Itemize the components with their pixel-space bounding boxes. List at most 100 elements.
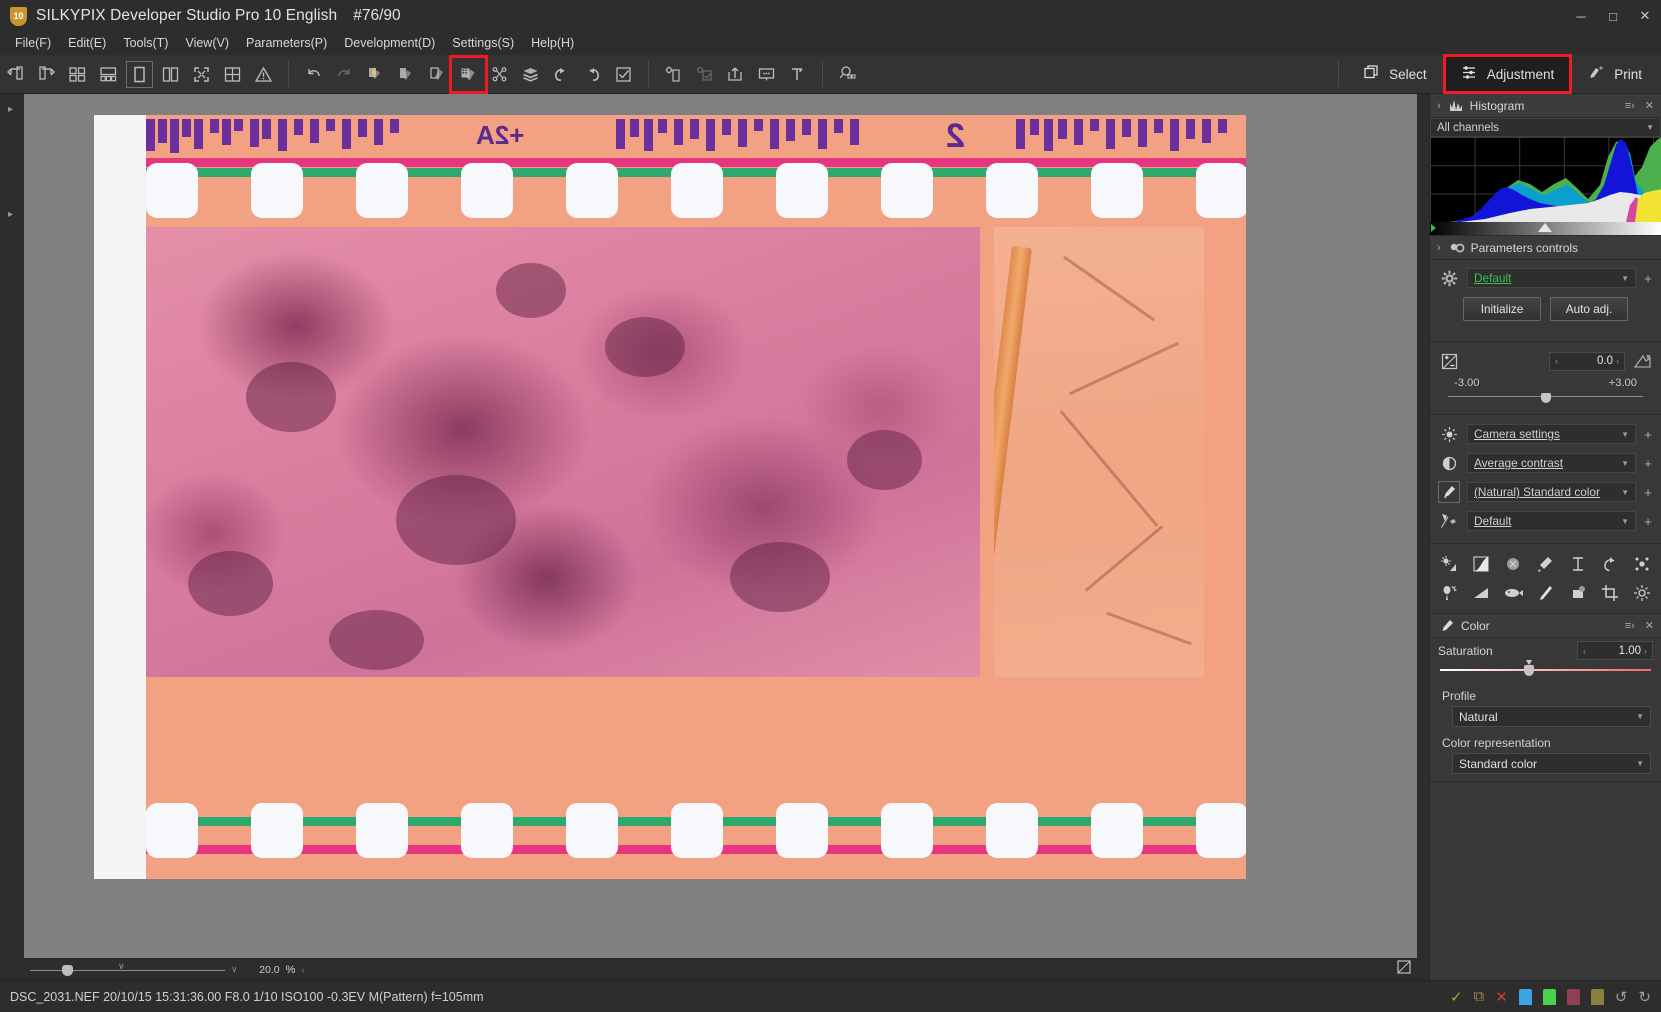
exposure-reset-icon[interactable]: [1631, 354, 1653, 369]
gray-point-marker[interactable]: [1538, 223, 1552, 232]
chevron-right-icon[interactable]: ›: [1435, 242, 1443, 254]
taper-params-icon[interactable]: [449, 54, 488, 94]
tone-add-button[interactable]: +: [1643, 456, 1653, 471]
tag-red-icon[interactable]: [1566, 988, 1580, 1005]
auto-adjust-button[interactable]: Auto adj.: [1550, 297, 1628, 321]
menu-parameters[interactable]: Parameters(P): [240, 34, 338, 53]
initialize-button[interactable]: Initialize: [1463, 297, 1541, 321]
thumbnail-list-icon[interactable]: [93, 59, 124, 90]
thumbnail-grid-icon[interactable]: [62, 59, 93, 90]
tone-select[interactable]: Average contrast ▼: [1467, 453, 1636, 473]
redo-history-icon[interactable]: ↻: [1638, 988, 1651, 1006]
histogram-channel-select[interactable]: All channels ▼: [1430, 118, 1661, 137]
sharpness-select[interactable]: Default ▼: [1467, 511, 1636, 531]
exposure-slider-handle[interactable]: [1540, 393, 1551, 403]
tag-blue-icon[interactable]: [1518, 988, 1532, 1005]
highlight-controller-icon[interactable]: [1501, 552, 1526, 575]
tag-olive-icon[interactable]: [1590, 988, 1604, 1005]
minimize-button[interactable]: ─: [1565, 0, 1597, 32]
undo-icon[interactable]: [298, 59, 329, 90]
white-balance-sun-icon[interactable]: [1438, 423, 1460, 445]
rotate-reset-icon[interactable]: [1598, 552, 1623, 575]
histogram-level-bar[interactable]: [1430, 222, 1661, 235]
exposure-spinner[interactable]: ‹ 0.0 ›: [1549, 351, 1625, 371]
undo-history-icon[interactable]: ↺: [1615, 988, 1628, 1006]
expand-left-bottom-icon[interactable]: ▸: [8, 209, 13, 220]
edit-params-icon[interactable]: [422, 59, 453, 90]
expand-left-top-icon[interactable]: ▸: [8, 104, 13, 115]
taste-add-button[interactable]: +: [1643, 271, 1653, 286]
layers-icon[interactable]: [515, 59, 546, 90]
profile-select[interactable]: Natural ▼: [1452, 706, 1651, 727]
maximize-button[interactable]: □: [1597, 0, 1629, 32]
batch-develop-icon[interactable]: [658, 59, 689, 90]
menu-edit[interactable]: Edit(E): [62, 34, 117, 53]
menu-file[interactable]: File(F): [9, 34, 62, 53]
fine-detail-icon[interactable]: [1630, 581, 1655, 604]
menu-help[interactable]: Help(H): [525, 34, 585, 53]
rotate-cw-icon[interactable]: [577, 59, 608, 90]
lens-aberration-icon[interactable]: [1501, 581, 1526, 604]
left-panel-collapsed[interactable]: ▸ ▸: [0, 94, 24, 980]
menu-view[interactable]: View(V): [179, 34, 240, 53]
fullscreen-icon[interactable]: [186, 59, 217, 90]
zoom-slider[interactable]: ∨: [30, 961, 225, 977]
color-select[interactable]: (Natural) Standard color ▼: [1467, 482, 1636, 502]
mode-adjustment-button[interactable]: Adjustment: [1442, 54, 1573, 94]
panel-menu-icon[interactable]: ≡›: [1623, 100, 1637, 112]
exposure-increment[interactable]: ›: [1616, 356, 1619, 366]
white-balance-add-button[interactable]: +: [1643, 427, 1653, 442]
panel-close-icon[interactable]: ✕: [1643, 99, 1656, 112]
zoom-prev-icon[interactable]: ‹: [301, 965, 304, 975]
gear-icon[interactable]: [1438, 267, 1460, 289]
color-tool-icon[interactable]: [1533, 552, 1558, 575]
mode-select-button[interactable]: Select: [1348, 57, 1442, 91]
magnifier-thumbnail-icon[interactable]: [832, 59, 863, 90]
grid-overlay-icon[interactable]: [217, 59, 248, 90]
export-icon[interactable]: [720, 59, 751, 90]
checkmark-box-icon[interactable]: [608, 59, 639, 90]
saturation-increment[interactable]: ›: [1644, 646, 1647, 656]
brush-tool-icon[interactable]: [1533, 581, 1558, 604]
menu-settings[interactable]: Settings(S): [446, 34, 525, 53]
panel-menu-icon[interactable]: ≡›: [1623, 620, 1637, 632]
tag-green-icon[interactable]: [1542, 988, 1556, 1005]
menu-development[interactable]: Development(D): [338, 34, 446, 53]
fit-to-window-icon[interactable]: [1397, 960, 1411, 979]
zoom-dropdown-icon[interactable]: ∨: [231, 964, 238, 975]
mode-print-button[interactable]: Print: [1573, 57, 1657, 91]
split-view-icon[interactable]: [155, 59, 186, 90]
exposure-slider[interactable]: [1448, 392, 1643, 404]
close-button[interactable]: ✕: [1629, 0, 1661, 32]
exposure-tool-icon[interactable]: [1436, 552, 1461, 575]
zoom-handle[interactable]: [62, 964, 73, 976]
tone-curve-icon[interactable]: [1468, 552, 1493, 575]
gradient-filter-icon[interactable]: [1468, 581, 1493, 604]
copy-flag-icon[interactable]: ⧉: [1474, 988, 1485, 1005]
crop-icon[interactable]: [1598, 581, 1623, 604]
spot-removal-icon[interactable]: [1565, 581, 1590, 604]
noise-reduction-icon[interactable]: [1630, 552, 1655, 575]
rotate-right-icon[interactable]: [31, 59, 62, 90]
image-viewport[interactable]: +2A 2: [24, 94, 1417, 958]
saturation-spinner[interactable]: ‹ 1.00 ›: [1577, 641, 1653, 660]
color-representation-select[interactable]: Standard color ▼: [1452, 753, 1651, 774]
reject-icon[interactable]: ✕: [1495, 988, 1508, 1006]
menu-tools[interactable]: Tools(T): [117, 34, 179, 53]
rotate-left-icon[interactable]: [0, 59, 31, 90]
warning-icon[interactable]: [248, 59, 279, 90]
single-view-icon[interactable]: [124, 59, 155, 90]
dodge-burn-icon[interactable]: [1436, 581, 1461, 604]
chevron-right-icon[interactable]: ›: [1435, 100, 1443, 112]
sharpness-icon[interactable]: [1438, 510, 1460, 532]
batch-check-icon[interactable]: [689, 59, 720, 90]
preview-image[interactable]: +2A 2: [94, 115, 1246, 879]
saturation-slider-handle[interactable]: [1523, 660, 1534, 676]
copy-params-icon[interactable]: [391, 59, 422, 90]
rotate-ccw-icon[interactable]: [546, 59, 577, 90]
saturation-slider[interactable]: [1440, 660, 1651, 678]
color-add-button[interactable]: +: [1643, 485, 1653, 500]
exposure-bias-icon[interactable]: [1438, 350, 1460, 372]
black-point-marker[interactable]: [1431, 224, 1436, 232]
control-points-icon[interactable]: [484, 59, 515, 90]
